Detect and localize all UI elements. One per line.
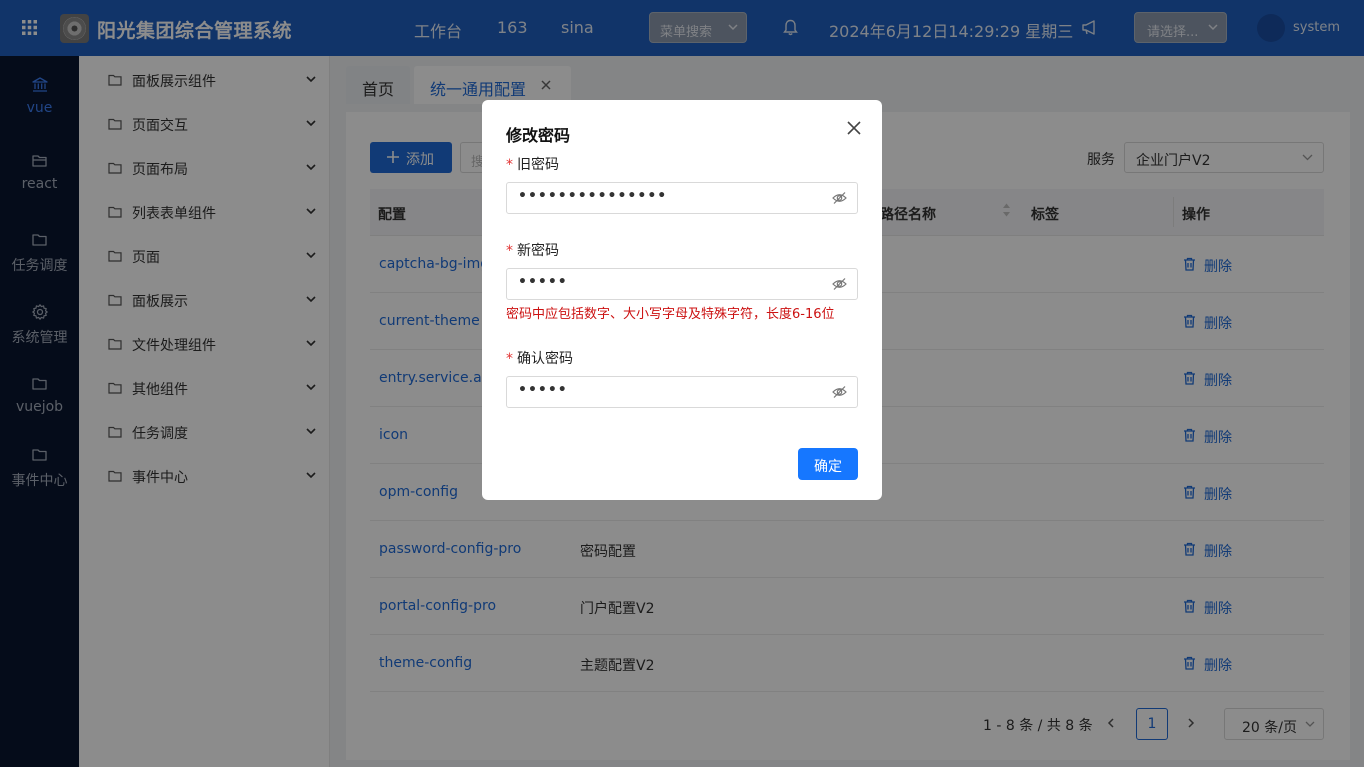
new-password-value: •••••	[518, 274, 568, 290]
old-password-label-text: 旧密码	[517, 157, 559, 173]
new-password-label-text: 新密码	[517, 243, 559, 259]
new-password-label: * 新密码	[506, 240, 559, 260]
old-password-label: * 旧密码	[506, 154, 559, 174]
change-password-dialog: 修改密码 * 旧密码 ••••••••••••••• * 新密码 ••••• 密码中…	[482, 100, 882, 500]
confirm-password-field[interactable]: •••••	[506, 376, 858, 408]
new-password-field[interactable]: •••••	[506, 268, 858, 300]
close-icon[interactable]	[847, 121, 861, 135]
ok-button[interactable]: 确定	[798, 448, 858, 480]
eye-slash-icon[interactable]	[832, 385, 847, 399]
confirm-password-label-text: 确认密码	[517, 351, 573, 367]
confirm-password-label: * 确认密码	[506, 348, 573, 368]
old-password-field[interactable]: •••••••••••••••	[506, 182, 858, 214]
dialog-title: 修改密码	[506, 126, 571, 145]
eye-slash-icon[interactable]	[832, 277, 847, 291]
old-password-value: •••••••••••••••	[518, 188, 668, 204]
confirm-password-value: •••••	[518, 382, 568, 398]
required-asterisk: *	[506, 351, 513, 367]
password-error-message: 密码中应包括数字、大小写字母及特殊字符，长度6-16位	[506, 307, 835, 322]
eye-slash-icon[interactable]	[832, 191, 847, 205]
required-asterisk: *	[506, 157, 513, 173]
required-asterisk: *	[506, 243, 513, 259]
